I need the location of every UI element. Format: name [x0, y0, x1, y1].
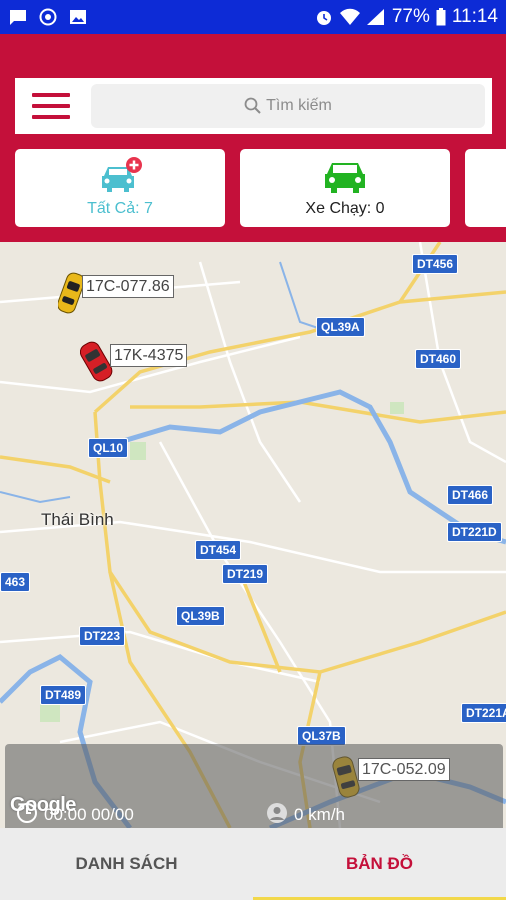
- filter-running-label: Xe Chạy: 0: [305, 200, 385, 217]
- clock: 11:14: [451, 6, 498, 27]
- image-icon: [70, 10, 86, 24]
- status-bar: 77% 11:14: [0, 0, 506, 34]
- car-marker-yellow-icon[interactable]: [58, 270, 84, 316]
- vehicle-plate-label[interactable]: 17C-077.86: [82, 275, 174, 298]
- battery-percent: 77%: [391, 6, 430, 27]
- car-marker-red-icon[interactable]: [80, 338, 114, 384]
- last-update-time: 00:00 00/00: [44, 805, 134, 824]
- filter-all-card[interactable]: Tất Cả: 7: [15, 149, 225, 227]
- road-label: DT223: [79, 626, 126, 646]
- road-label: DT221D: [447, 522, 502, 542]
- app-header: Tìm kiếm Tất Cả: 7 Xe Chạy: 0: [0, 34, 506, 242]
- search-placeholder: Tìm kiếm: [266, 97, 332, 114]
- road-label: DT489: [40, 685, 87, 705]
- road-label: DT456: [412, 254, 459, 274]
- tab-list[interactable]: DANH SÁCH: [0, 828, 253, 900]
- road-label: DT460: [415, 349, 462, 369]
- road-label: 463: [0, 572, 31, 592]
- battery-icon: [436, 8, 446, 26]
- signal-icon: [366, 9, 384, 25]
- vehicle-plate-label[interactable]: 17C-052.09: [358, 758, 450, 781]
- car-add-icon: [102, 157, 142, 192]
- search-icon: [244, 97, 261, 114]
- vehicle-filter-cards: Tất Cả: 7 Xe Chạy: 0: [15, 149, 506, 229]
- road-label: DT221A: [461, 703, 506, 723]
- filter-next-card[interactable]: [465, 149, 506, 227]
- road-label: QL39A: [316, 317, 365, 337]
- wifi-icon: [339, 8, 360, 25]
- road-label: QL37B: [297, 726, 346, 746]
- city-label: Thái Bình: [41, 510, 114, 529]
- message-icon: [10, 10, 26, 25]
- map-background: [0, 242, 506, 828]
- filter-all-label: Tất Cả: 7: [87, 200, 153, 217]
- hamburger-menu-icon[interactable]: [15, 78, 87, 134]
- driver-avatar-icon: [267, 803, 287, 823]
- search-bar: Tìm kiếm: [15, 78, 492, 134]
- bottom-tab-bar: DANH SÁCH BẢN ĐỒ: [0, 828, 506, 900]
- sync-icon: [39, 8, 57, 26]
- alarm-icon: [316, 11, 331, 25]
- road-label: QL10: [88, 438, 129, 458]
- road-label: DT219: [222, 564, 269, 584]
- filter-running-card[interactable]: Xe Chạy: 0: [240, 149, 450, 227]
- vehicle-plate-label[interactable]: 17K-4375: [110, 344, 188, 367]
- road-label: DT454: [195, 540, 242, 560]
- map-view[interactable]: DT456 QL39A DT460 QL10 DT466 DT221D DT45…: [0, 242, 506, 828]
- vehicle-speed: 0 km/h: [294, 805, 346, 824]
- clock-icon: [17, 803, 37, 823]
- car-running-icon: [325, 163, 365, 193]
- road-label: QL39B: [176, 606, 225, 626]
- road-label: DT466: [447, 485, 494, 505]
- tab-map[interactable]: BẢN ĐỒ: [253, 828, 506, 900]
- search-input[interactable]: Tìm kiếm: [91, 84, 485, 128]
